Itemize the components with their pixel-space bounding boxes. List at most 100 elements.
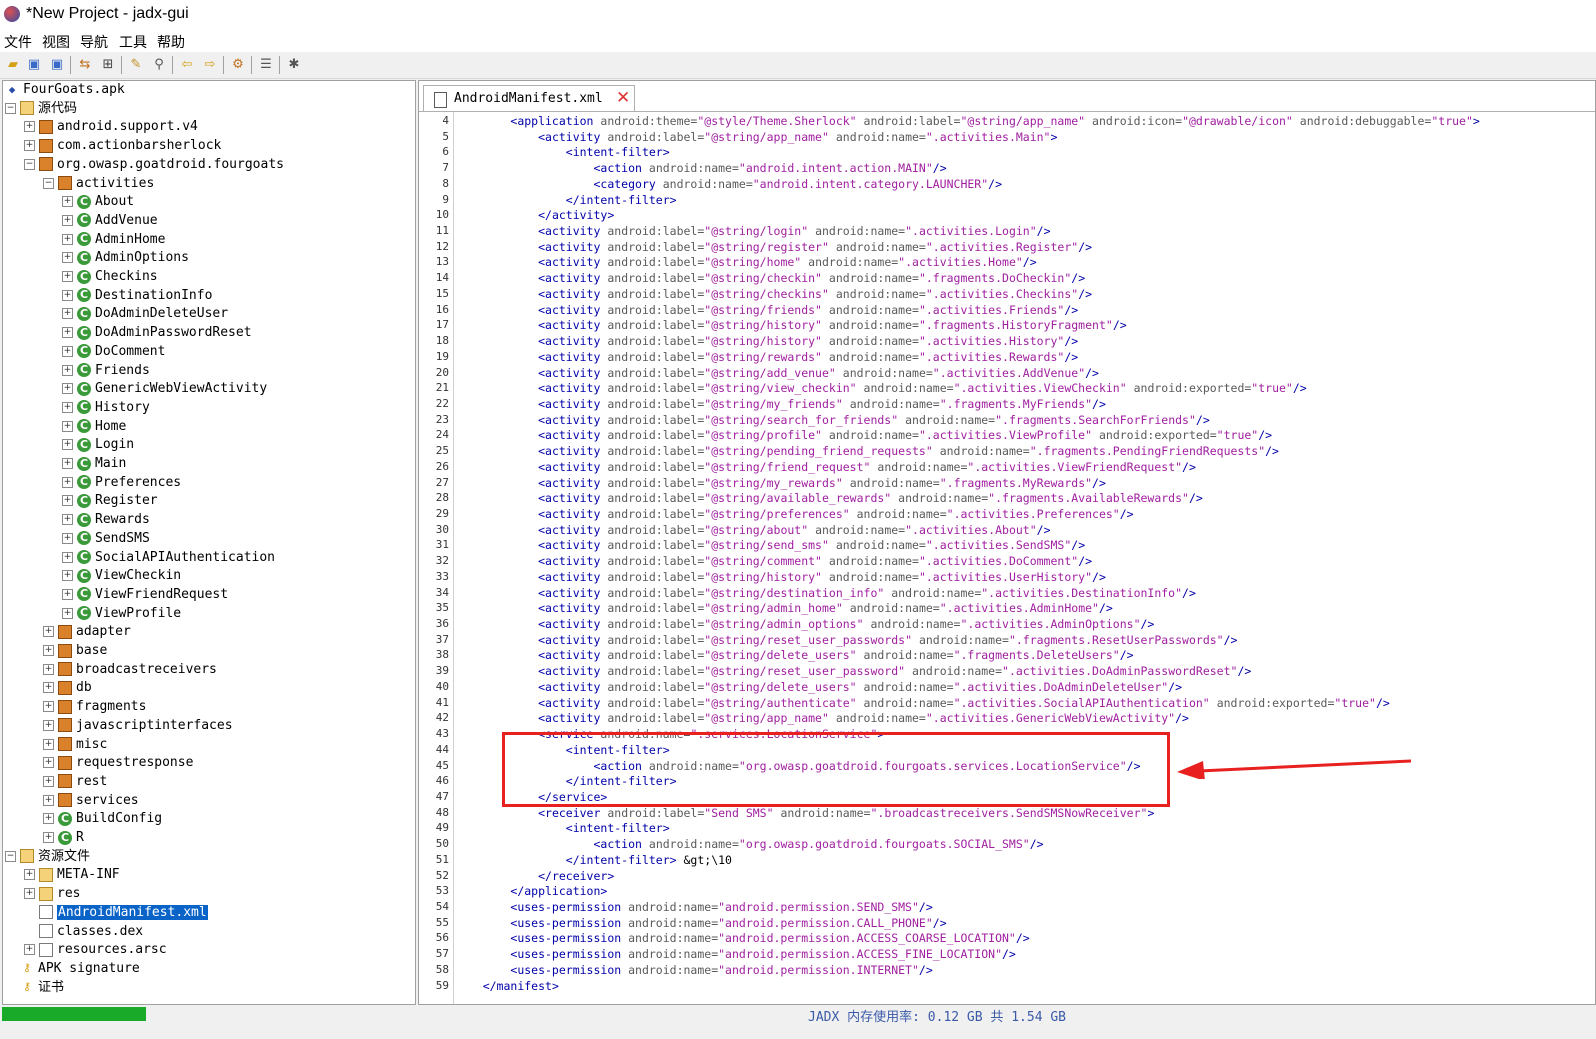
decompile-icon[interactable]: ⚙	[229, 56, 247, 74]
tree-package-activities[interactable]: − activities	[43, 175, 154, 193]
code-line[interactable]: <activity android:label="@string/history…	[455, 334, 1078, 349]
collapse-icon[interactable]: −	[43, 177, 54, 189]
tree-androidmanifest[interactable]: AndroidManifest.xml	[24, 903, 209, 922]
code-line[interactable]: <activity android:label="@string/history…	[455, 318, 1127, 333]
search-icon[interactable]: ⚲	[150, 56, 168, 74]
forward-icon[interactable]: ⇨	[201, 56, 219, 74]
expand-icon[interactable]: +	[62, 420, 73, 432]
code-line[interactable]: <activity android:label="@string/view_ch…	[455, 381, 1307, 396]
code-line[interactable]: </activity>	[455, 208, 614, 223]
expand-icon[interactable]: +	[24, 888, 35, 900]
expand-icon[interactable]: +	[43, 757, 54, 769]
tree-package-db[interactable]: + db	[43, 679, 92, 697]
expand-icon[interactable]: +	[43, 701, 54, 713]
expand-icon[interactable]: +	[62, 551, 73, 563]
sync-icon[interactable]: ⇆	[76, 56, 94, 74]
code-line[interactable]: <activity android:label="@string/friends…	[455, 303, 1078, 318]
code-line[interactable]: <uses-permission android:name="android.p…	[455, 963, 932, 978]
code-line[interactable]: <activity android:label="@string/admin_o…	[455, 617, 1154, 632]
tree-source-code[interactable]: − 源代码	[5, 100, 77, 118]
code-line[interactable]: <activity android:label="@string/delete_…	[455, 680, 1182, 695]
tree-class-viewprofile[interactable]: + C ViewProfile	[62, 605, 181, 623]
code-editor[interactable]: AndroidManifest.xml ✕ 4 5 6 7 8 9 10 11 12 13 14 15…	[418, 80, 1596, 1005]
expand-icon[interactable]: +	[43, 832, 54, 843]
code-line[interactable]: <activity android:label="@string/availab…	[455, 491, 1203, 506]
tree-class-addvenue[interactable]: + C AddVenue	[62, 212, 158, 230]
code-line[interactable]: </intent-filter> &gt;\10	[455, 853, 732, 868]
tree-class-adminoptions[interactable]: + C AdminOptions	[62, 249, 189, 267]
code-line[interactable]: <activity android:label="@string/login" …	[455, 224, 1050, 239]
tree-class-viewcheckin[interactable]: + C ViewCheckin	[62, 567, 181, 585]
code-line[interactable]: <intent-filter>	[455, 821, 670, 836]
expand-icon[interactable]: +	[43, 626, 54, 638]
tree-class-friends[interactable]: + C Friends	[62, 362, 150, 380]
tree-class-buildconfig[interactable]: + C BuildConfig	[43, 810, 162, 828]
code-line[interactable]: <receiver android:label="Send SMS" andro…	[455, 806, 1154, 821]
code-line[interactable]: <activity android:label="@string/search_…	[455, 413, 1210, 428]
code-line[interactable]: <activity android:label="@string/my_rewa…	[455, 476, 1106, 491]
expand-icon[interactable]: +	[62, 327, 73, 339]
code-line[interactable]: <intent-filter>	[455, 145, 670, 160]
project-tree[interactable]: ◆ FourGoats.apk − 源代码 + android.support.v4 + co…	[2, 80, 416, 1005]
tree-package-services[interactable]: + services	[43, 792, 139, 810]
code-line[interactable]: </intent-filter>	[455, 193, 677, 208]
tree-meta-inf[interactable]: + META-INF	[24, 866, 120, 884]
code-line[interactable]: <activity android:label="@string/rewards…	[455, 350, 1078, 365]
code-line[interactable]: <activity android:label="@string/profile…	[455, 428, 1272, 443]
code-line[interactable]: <activity android:label="@string/comment…	[455, 554, 1092, 569]
expand-icon[interactable]: +	[62, 514, 73, 526]
code-line[interactable]: <activity android:label="@string/friend_…	[455, 460, 1196, 475]
flatten-icon[interactable]: ⊞	[99, 56, 117, 74]
tree-package-fragments[interactable]: + fragments	[43, 698, 146, 716]
tree-class-docomment[interactable]: + C DoComment	[62, 343, 165, 361]
settings-icon[interactable]: ✱	[285, 56, 303, 74]
code-line[interactable]: <activity android:label="@string/app_nam…	[455, 130, 1057, 145]
tree-class-r[interactable]: + C R	[43, 829, 84, 847]
expand-icon[interactable]: +	[24, 121, 35, 133]
expand-icon[interactable]: +	[62, 252, 73, 264]
expand-icon[interactable]: +	[43, 663, 54, 675]
tree-apk-signature[interactable]: ⚷ APK signature	[5, 960, 140, 978]
code-line[interactable]: <activity android:label="@string/delete_…	[455, 648, 1134, 663]
code-line[interactable]: <activity android:label="@string/pending…	[455, 444, 1279, 459]
tree-resources[interactable]: − 资源文件	[5, 848, 90, 866]
expand-icon[interactable]: +	[62, 308, 73, 320]
expand-icon[interactable]: +	[24, 140, 35, 152]
tree-class-checkins[interactable]: + C Checkins	[62, 268, 158, 286]
menu-tools[interactable]: 工具	[119, 32, 147, 52]
code-line[interactable]: <activity android:label="@string/add_ven…	[455, 366, 1099, 381]
menu-view[interactable]: 视图	[42, 32, 70, 52]
code-line[interactable]: <uses-permission android:name="android.p…	[455, 916, 946, 931]
code-line[interactable]: <activity android:label="@string/home" a…	[455, 255, 1037, 270]
save-icon[interactable]: ▣	[25, 56, 43, 74]
code-line[interactable]: <activity android:label="@string/reset_u…	[455, 633, 1237, 648]
expand-icon[interactable]: +	[62, 214, 73, 226]
tree-class-preferences[interactable]: + C Preferences	[62, 474, 181, 492]
code-area[interactable]: <application android:theme="@style/Theme…	[455, 112, 1595, 1004]
expand-icon[interactable]: +	[43, 682, 54, 694]
expand-icon[interactable]: +	[62, 476, 73, 488]
collapse-icon[interactable]: −	[5, 102, 16, 114]
open-folder-icon[interactable]: ▰	[4, 56, 22, 74]
code-line[interactable]: <activity android:label="@string/about" …	[455, 523, 1050, 538]
code-line[interactable]: <activity android:label="@string/checkin…	[455, 271, 1085, 286]
code-line[interactable]: <activity android:label="@string/app_nam…	[455, 711, 1189, 726]
tree-class-adminhome[interactable]: + C AdminHome	[62, 231, 165, 249]
expand-icon[interactable]: +	[62, 233, 73, 245]
expand-icon[interactable]: +	[24, 944, 35, 956]
expand-icon[interactable]: +	[43, 775, 54, 787]
back-icon[interactable]: ⇦	[178, 56, 196, 74]
menu-file[interactable]: 文件	[4, 32, 32, 52]
expand-icon[interactable]: +	[43, 719, 54, 731]
expand-icon[interactable]: +	[43, 645, 54, 656]
close-icon[interactable]: ✕	[616, 88, 630, 108]
tree-certificate[interactable]: ⚷ 证书	[5, 979, 64, 997]
tree-class-doadminpasswordreset[interactable]: + C DoAdminPasswordReset	[62, 324, 252, 342]
tree-package-base[interactable]: + base	[43, 642, 107, 660]
expand-icon[interactable]: +	[62, 364, 73, 376]
expand-icon[interactable]: +	[43, 738, 54, 750]
expand-icon[interactable]: +	[62, 532, 73, 544]
save-all-icon[interactable]: ▣	[48, 56, 66, 74]
code-line[interactable]: <category android:name="android.intent.c…	[455, 177, 1002, 192]
expand-icon[interactable]: +	[43, 794, 54, 806]
